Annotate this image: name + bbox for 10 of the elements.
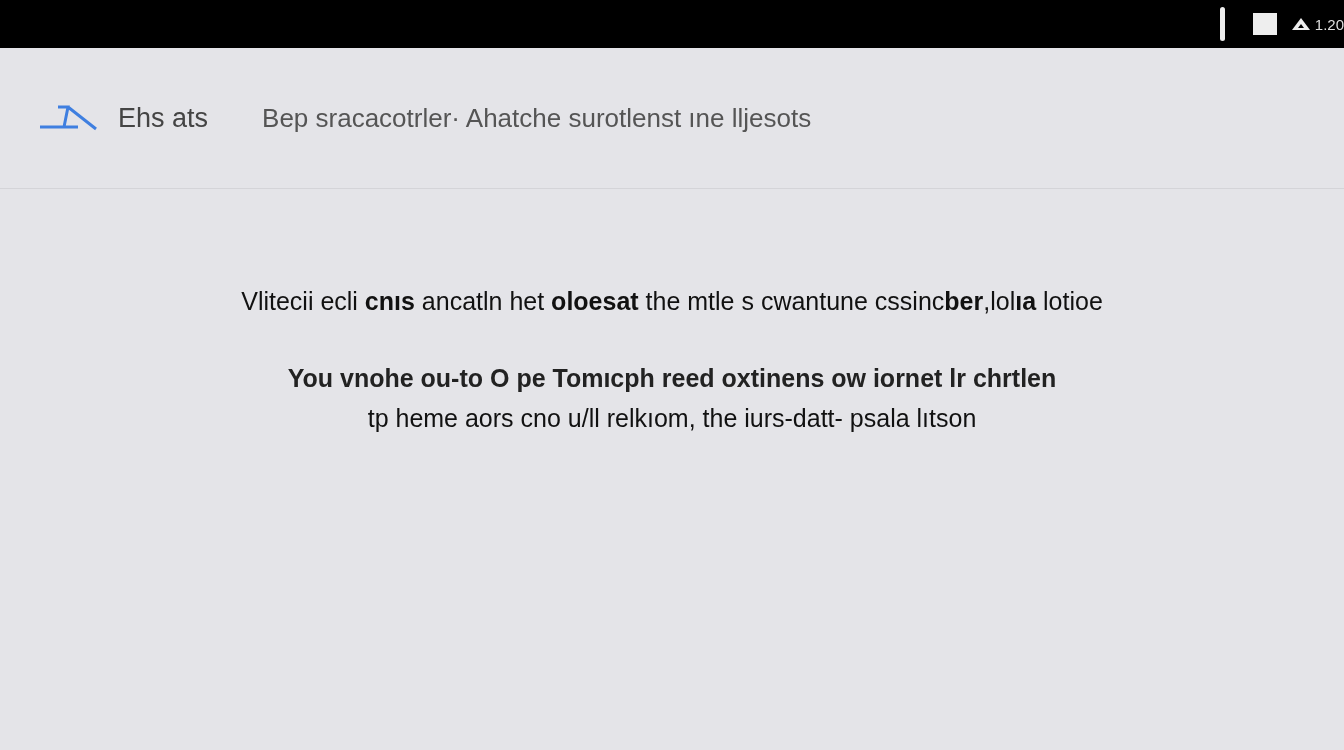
clock-text: 1.20 [1314,15,1344,33]
message-line: You vnohe ou-to O pe Tomıcph reed oxtinens ow iornet lr chrtlen [287,363,1057,394]
message-line: tp heme aors cno u/ll relkıom, the iurs-datt- psala lıtson [367,403,977,434]
triangle-icon[interactable] [1290,17,1311,31]
header-subtitle: Bep sracacotrler· Ahatche surotlenst ıne lljesots [262,102,812,134]
square-icon[interactable] [1252,13,1277,35]
app-title: Ehs ats [118,102,209,134]
divider-icon [1219,7,1225,41]
arrow-icon [38,103,100,133]
message-headline: Vlitecii ecli cnıs ancatln het oloesat the mtle s cwantune cssincber,lolıa lotioe [241,287,1103,316]
